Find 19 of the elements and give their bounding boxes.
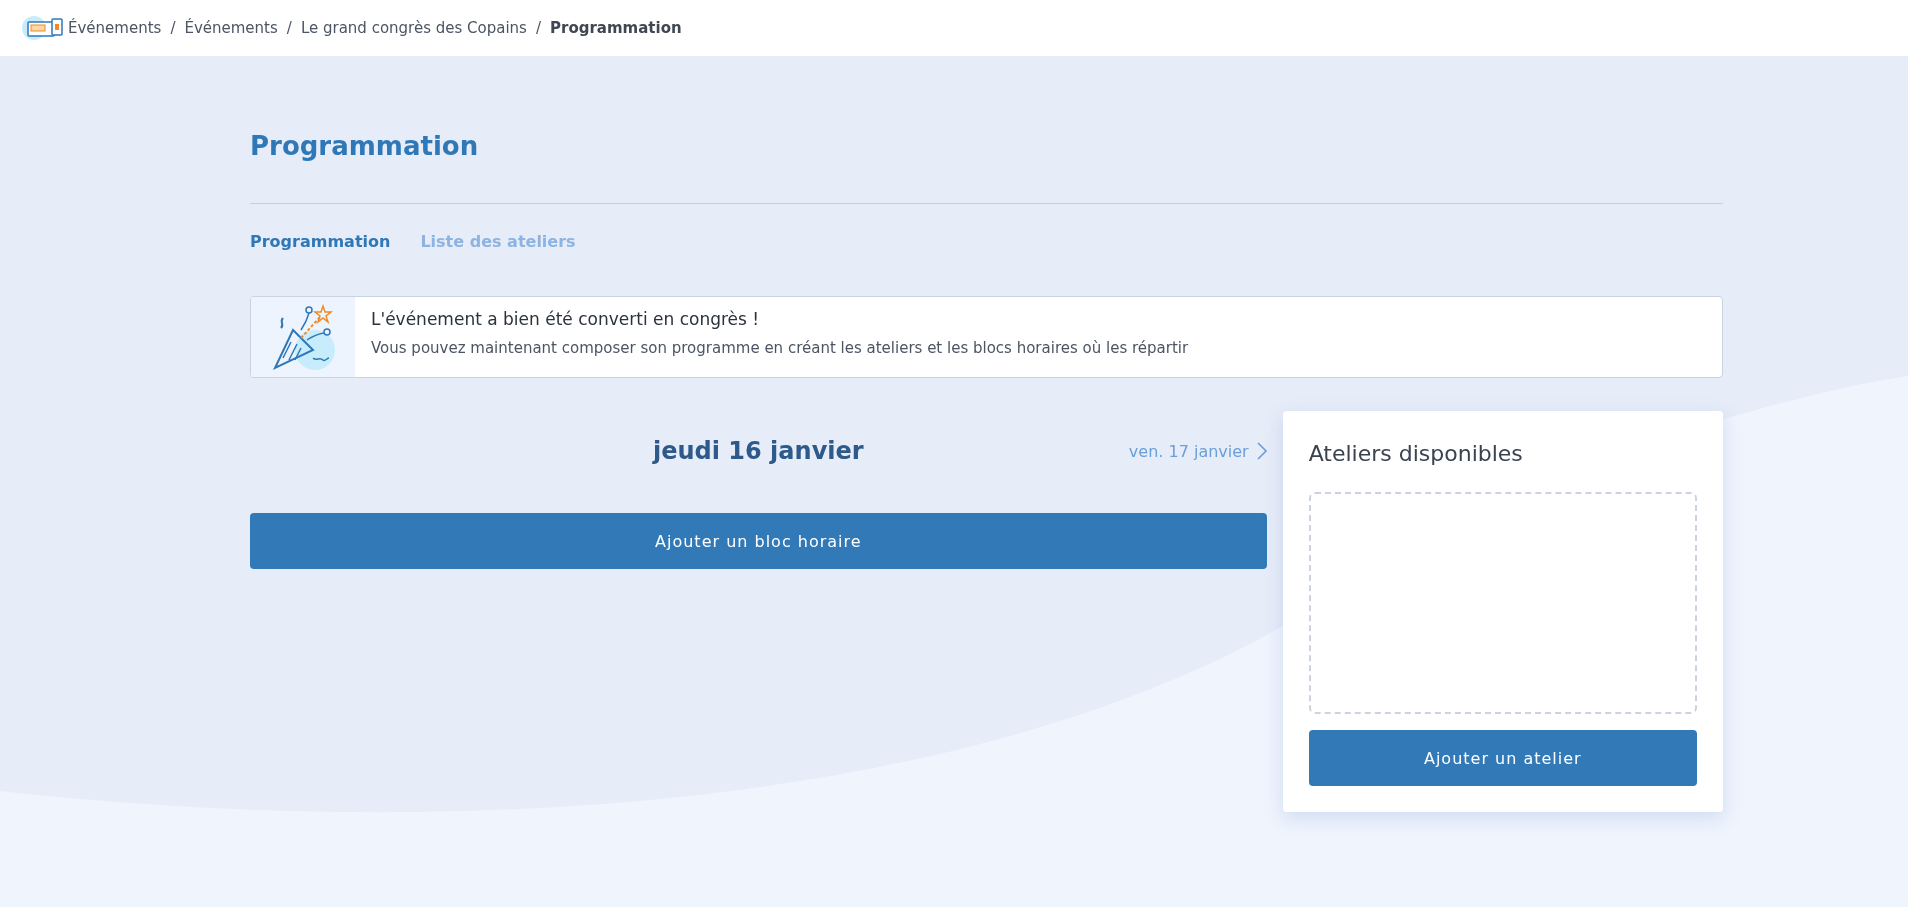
tab[interactable]: Programmation [250, 232, 391, 251]
chevron-right-icon [1256, 442, 1267, 460]
breadcrumb-separator: / [286, 19, 292, 37]
party-popper-icon [271, 302, 335, 372]
breadcrumb-separator: / [170, 19, 176, 37]
add-time-block-button[interactable]: Ajouter un bloc horaire [250, 513, 1267, 569]
breadcrumb-separator: / [535, 19, 541, 37]
breadcrumb-link[interactable]: Le grand congrès des Copains [300, 19, 527, 37]
add-workshop-button[interactable]: Ajouter un atelier [1308, 730, 1697, 786]
current-day: jeudi 16 janvier [450, 437, 1067, 465]
next-day-link[interactable]: ven. 17 janvier [1066, 441, 1267, 461]
alert-message: Vous pouvez maintenant composer son programme en créant les ateliers et les blocs horaires où les répartir [371, 339, 1189, 357]
alert-title: L'événement a bien été converti en congrès ! [371, 309, 761, 329]
card-title: Ateliers disponibles [1308, 441, 1524, 466]
ticket-icon [22, 15, 64, 41]
breadcrumb-current: Programmation [550, 19, 682, 37]
page-title: Programmation [250, 131, 480, 163]
breadcrumb-link[interactable]: Événements [68, 19, 162, 37]
breadcrumb-link[interactable]: Événements [184, 19, 278, 37]
